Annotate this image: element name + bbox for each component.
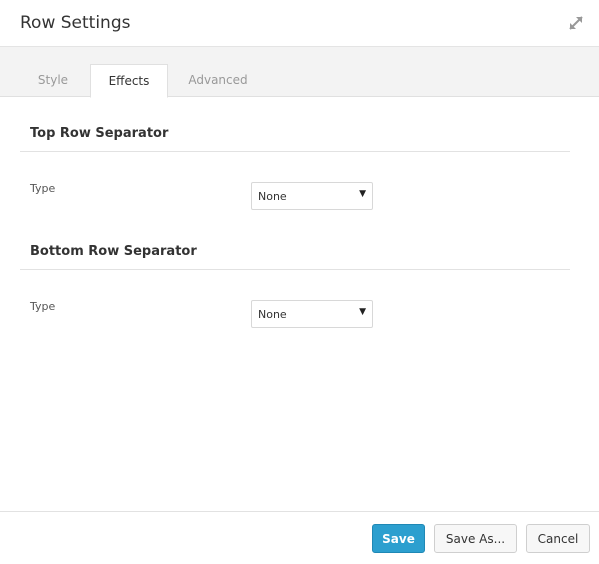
- dialog-title: Row Settings: [20, 13, 131, 33]
- section-title-top-row-separator: Top Row Separator: [30, 126, 169, 141]
- expand-arrows-icon[interactable]: [567, 14, 585, 32]
- tab-style[interactable]: Style: [24, 64, 82, 96]
- section-title-bottom-row-separator: Bottom Row Separator: [30, 244, 197, 259]
- tab-effects[interactable]: Effects: [90, 64, 168, 98]
- top-separator-type-select[interactable]: None ▼: [251, 182, 373, 210]
- select-value: None: [258, 308, 287, 321]
- dropdown-arrow-icon: ▼: [359, 189, 366, 199]
- save-button[interactable]: Save: [372, 524, 425, 553]
- type-label: Type: [30, 182, 56, 195]
- dialog-footer: Save Save As... Cancel: [0, 511, 599, 564]
- divider: [20, 151, 570, 152]
- type-label: Type: [30, 300, 56, 313]
- divider: [20, 269, 570, 270]
- cancel-button[interactable]: Cancel: [526, 524, 590, 553]
- select-value: None: [258, 190, 287, 203]
- tab-advanced[interactable]: Advanced: [176, 64, 260, 96]
- dialog-header: Row Settings: [0, 0, 599, 47]
- dropdown-arrow-icon: ▼: [359, 307, 366, 317]
- tab-bar: Style Effects Advanced: [0, 47, 599, 98]
- bottom-separator-type-select[interactable]: None ▼: [251, 300, 373, 328]
- save-as-button[interactable]: Save As...: [434, 524, 517, 553]
